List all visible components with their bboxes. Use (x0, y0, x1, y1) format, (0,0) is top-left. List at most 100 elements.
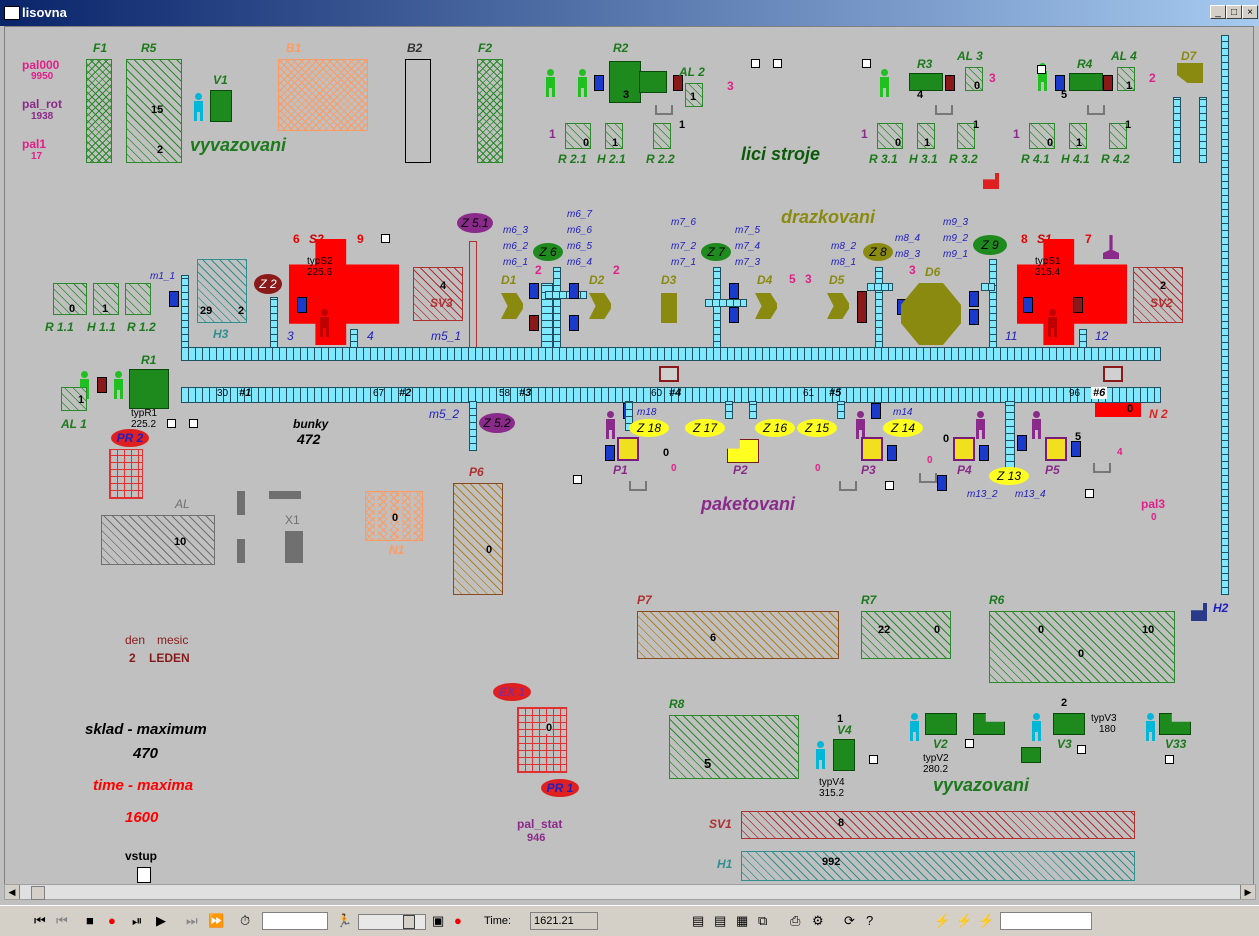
conveyor-Z16[interactable] (749, 401, 757, 419)
machine-D3[interactable] (661, 293, 677, 323)
machine-R1[interactable] (129, 369, 169, 409)
rewind-icon[interactable]: ⏮ (34, 913, 46, 929)
storage-R11[interactable]: 0 (53, 283, 87, 315)
buffer-Z18[interactable]: Z 18 (629, 419, 669, 437)
buffer-Z8[interactable]: Z 8 (863, 243, 893, 261)
machine-D5[interactable] (827, 293, 849, 319)
machine-S2[interactable] (289, 239, 399, 345)
storage-H21[interactable]: 1 (605, 123, 623, 149)
storage-PR2[interactable] (109, 449, 143, 499)
input-document-icon[interactable] (137, 867, 151, 883)
storage-R41[interactable]: 0 (1029, 123, 1055, 149)
speed-slider-thumb[interactable] (403, 915, 415, 929)
report-icon[interactable]: ▦ (736, 913, 748, 929)
close-button[interactable]: × (1242, 5, 1258, 19)
conveyor-m1_1[interactable] (181, 275, 189, 349)
machine-P3[interactable] (861, 437, 883, 461)
play-icon[interactable]: ▶ (156, 913, 166, 929)
buffer-Z51[interactable]: Z 5.1 (457, 213, 493, 233)
storage-F1[interactable] (86, 59, 112, 163)
storage-H3[interactable]: 29 2 (197, 259, 247, 323)
buffer-Z16[interactable]: Z 16 (755, 419, 795, 437)
storage-R8[interactable]: 5 (669, 715, 799, 779)
storage-R7[interactable]: 22 0 (861, 611, 951, 659)
machine-V4[interactable] (833, 739, 855, 771)
buffer-Z17[interactable]: Z 17 (685, 419, 725, 437)
storage-P7[interactable]: 6 (637, 611, 839, 659)
trace-step-icon[interactable]: ⚡ (956, 913, 972, 929)
help-icon[interactable]: ? (866, 913, 873, 928)
record-red-icon[interactable]: ● (454, 913, 462, 928)
buffer-PR2[interactable]: PR 2 (111, 429, 149, 447)
conveyor-D7-left[interactable] (1173, 97, 1181, 163)
buffer-Z15[interactable]: Z 15 (797, 419, 837, 437)
storage-B2[interactable] (405, 59, 431, 163)
storage-H31[interactable]: 1 (917, 123, 935, 149)
storage-N1[interactable]: 0 (365, 491, 423, 541)
buffer-PR1[interactable]: PR 1 (541, 779, 579, 797)
fast-forward-icon[interactable]: ⏩ (208, 913, 224, 929)
storage-B1[interactable] (278, 59, 368, 131)
trace-input-field[interactable] (1000, 912, 1092, 930)
machine-V1[interactable] (210, 90, 232, 122)
trace-end-icon[interactable]: ⚡ (978, 913, 994, 929)
runner-icon[interactable]: 🏃 (336, 913, 352, 929)
network-icon[interactable]: ⧉ (758, 913, 767, 929)
refresh-icon[interactable]: ⟳ (844, 913, 855, 929)
machine-V3[interactable] (1053, 713, 1085, 735)
conveyor-Z13[interactable] (1005, 401, 1015, 469)
machine-D6[interactable] (901, 283, 961, 345)
maximize-button[interactable]: □ (1226, 5, 1242, 19)
conveyor-Z7[interactable] (713, 267, 721, 349)
transfer-car-icon[interactable] (659, 366, 679, 382)
storage-AL2[interactable]: 1 (685, 83, 703, 107)
machine-D4[interactable] (755, 293, 777, 319)
scroll-thumb[interactable] (31, 886, 45, 900)
storage-P6[interactable]: 0 (453, 483, 503, 595)
storage-R22[interactable] (653, 123, 671, 149)
storage-H11[interactable]: 1 (93, 283, 119, 315)
storage-AL3[interactable]: 0 (965, 67, 983, 92)
speed-slider[interactable] (358, 914, 426, 930)
buffer-Z14[interactable]: Z 14 (883, 419, 923, 437)
storage-R12[interactable] (125, 283, 151, 315)
conveyor-D7-right[interactable] (1199, 97, 1207, 163)
conveyor-Z15[interactable] (837, 401, 845, 419)
conveyor-D1c[interactable] (545, 291, 587, 299)
step-back-icon[interactable]: ⏮ (56, 913, 68, 929)
storage-AL[interactable]: 10 (101, 515, 215, 565)
scroll-right-icon[interactable]: ▶ (1240, 885, 1255, 899)
conveyor-Z7b[interactable] (705, 299, 747, 307)
machine-V2[interactable] (925, 713, 957, 735)
buffer-Z52[interactable]: Z 5.2 (479, 413, 515, 433)
conveyor-S2-left[interactable] (270, 297, 278, 349)
conveyor-Z9b[interactable] (981, 283, 995, 291)
conveyor-main-upper[interactable] (181, 347, 1161, 361)
clock-icon[interactable]: ⏱ (240, 913, 250, 929)
stop-icon[interactable]: ■ (86, 913, 94, 928)
conveyor-Z8[interactable] (875, 267, 883, 349)
machine-D7[interactable] (1177, 63, 1203, 83)
machine-P2[interactable] (727, 439, 759, 463)
buffer-Z7[interactable]: Z 7 (701, 243, 731, 261)
animation-icon[interactable]: ▣ (432, 913, 444, 929)
buffer-N2[interactable]: 0 (1095, 403, 1141, 417)
machine-P5[interactable] (1045, 437, 1067, 461)
machine-D1[interactable] (501, 293, 523, 319)
list-icon[interactable]: ▤ (714, 913, 726, 929)
step-forward-icon[interactable]: ⏯ (132, 913, 142, 929)
storage-AL1[interactable]: 1 (61, 387, 87, 411)
storage-H1[interactable]: 992 (741, 851, 1135, 881)
conveyor-Z9[interactable] (989, 259, 997, 349)
transfer-car-icon[interactable] (1103, 366, 1123, 382)
machine-X1[interactable] (285, 531, 303, 563)
buffer-Z9[interactable]: Z 9 (973, 235, 1007, 255)
buffer-Z6[interactable]: Z 6 (533, 243, 563, 261)
buffer-EX1[interactable]: EX 1 (493, 683, 531, 701)
conveyor-right-vertical[interactable] (1221, 35, 1229, 595)
minimize-button[interactable]: _ (1210, 5, 1226, 19)
storage-R31[interactable]: 0 (877, 123, 903, 149)
storage-R6[interactable]: 0 10 0 (989, 611, 1175, 683)
buffer-Z2[interactable]: Z 2 (254, 274, 282, 294)
print-icon[interactable]: ⎙ (790, 913, 800, 929)
